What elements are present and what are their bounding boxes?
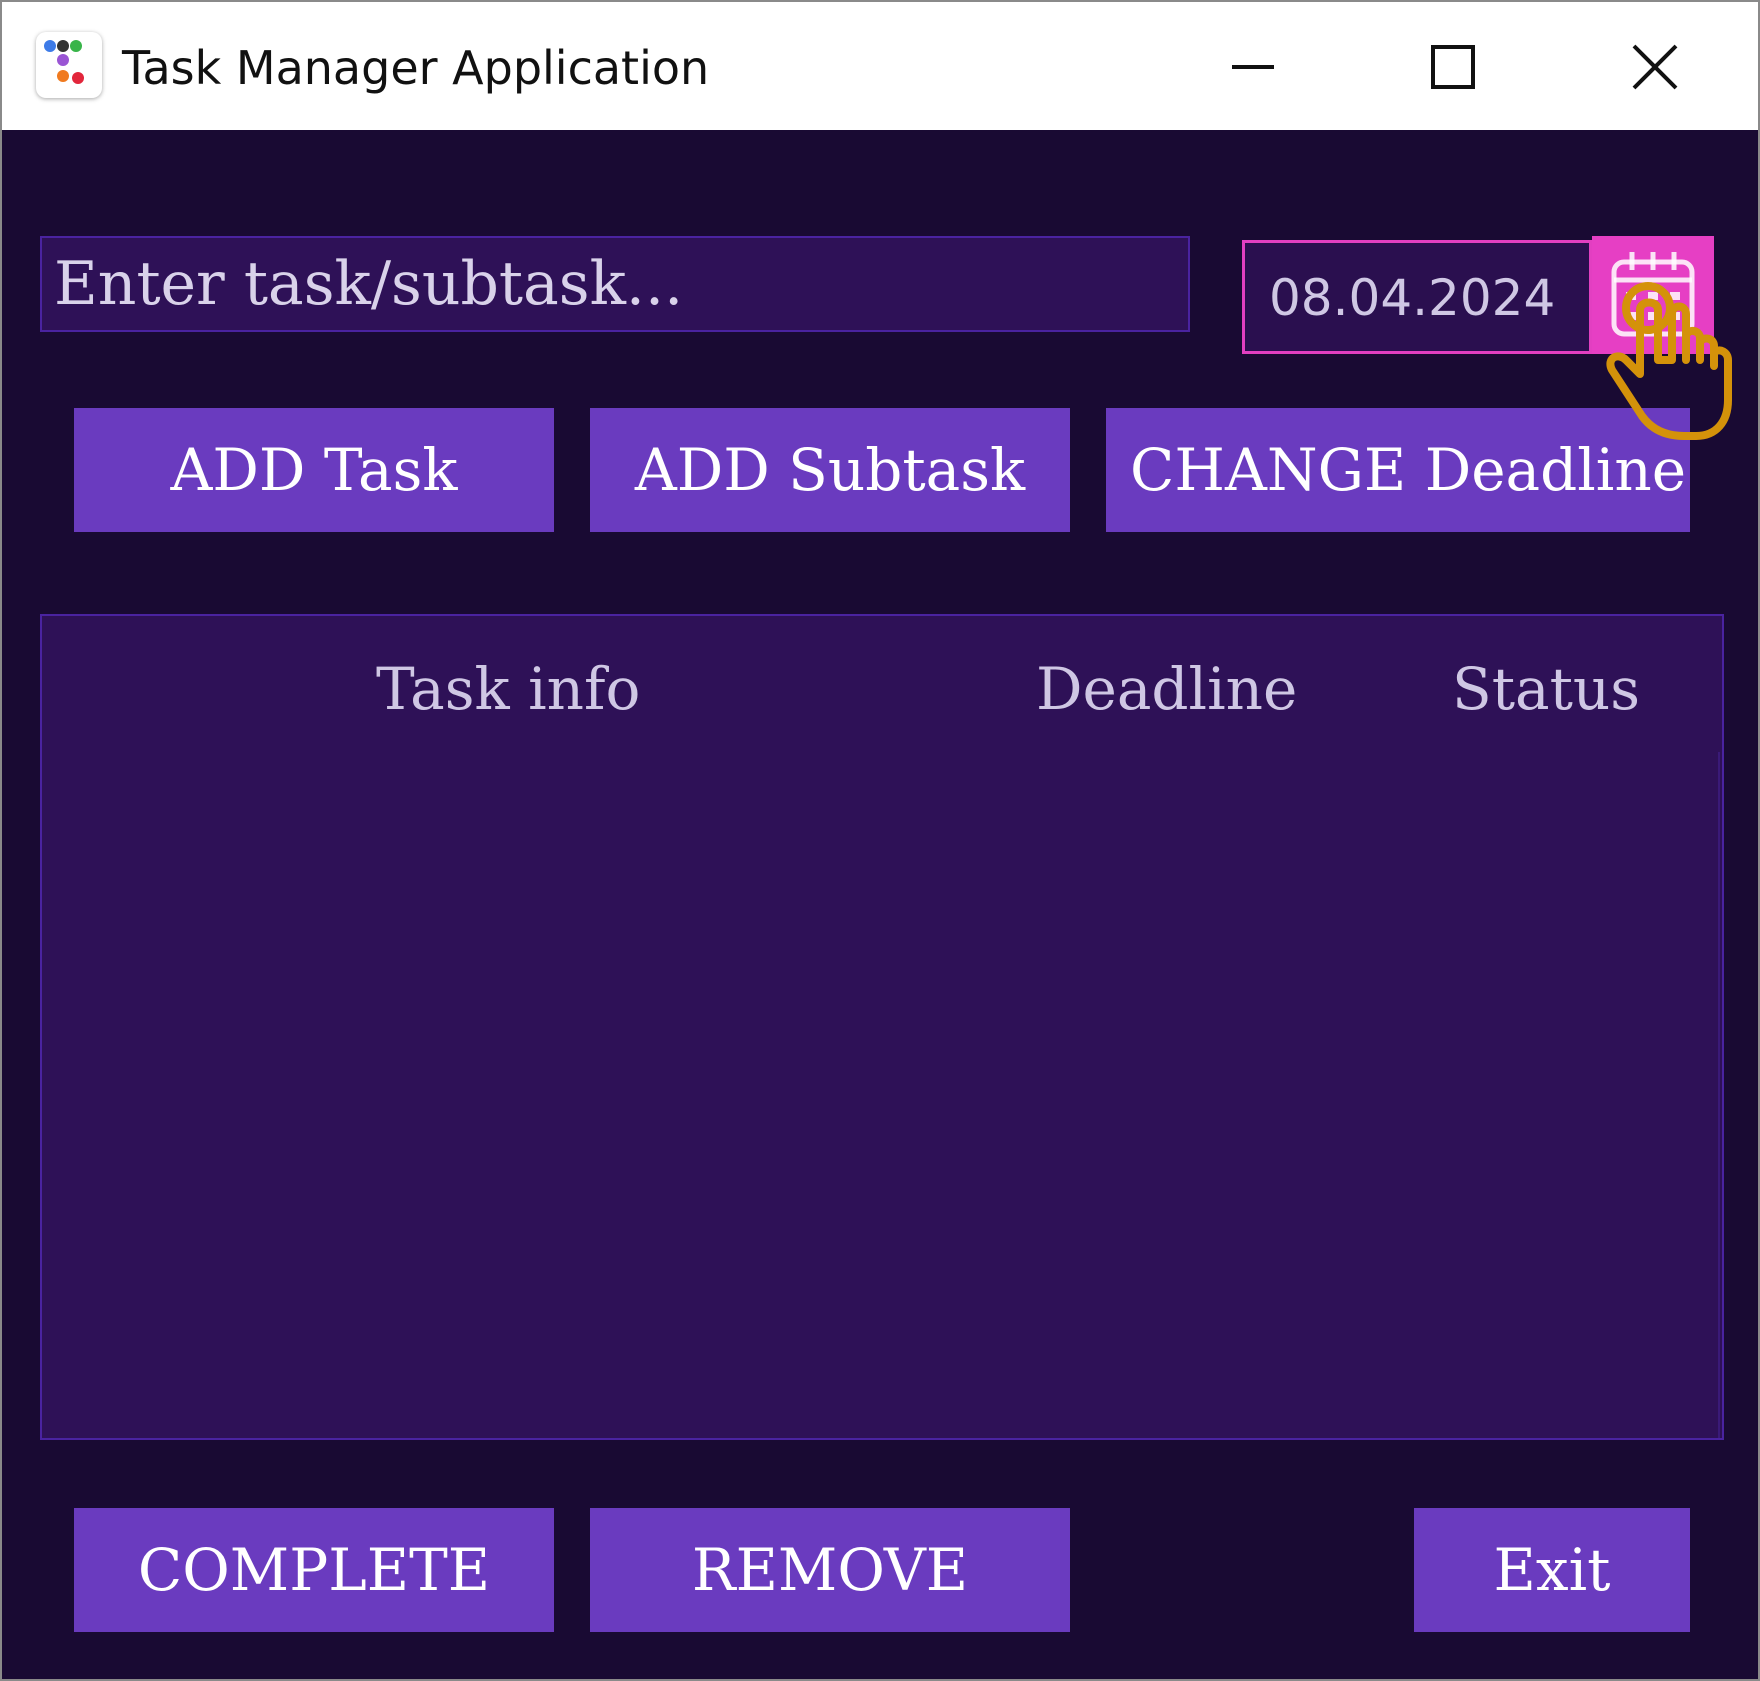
column-header-deadline[interactable]: Deadline bbox=[1036, 654, 1297, 724]
add-task-button[interactable]: ADD Task bbox=[74, 408, 554, 532]
window-title: Task Manager Application bbox=[122, 41, 710, 95]
complete-button[interactable]: COMPLETE bbox=[74, 1508, 554, 1632]
close-button[interactable] bbox=[1600, 22, 1710, 112]
column-header-task-info[interactable]: Task info bbox=[376, 654, 640, 724]
app-window: Task Manager Application 08.04.2024 bbox=[0, 0, 1760, 1681]
add-subtask-button[interactable]: ADD Subtask bbox=[590, 408, 1070, 532]
maximize-button[interactable] bbox=[1398, 22, 1508, 112]
remove-button[interactable]: REMOVE bbox=[590, 1508, 1070, 1632]
task-input[interactable] bbox=[40, 236, 1190, 332]
table-body[interactable] bbox=[42, 752, 1722, 1438]
close-icon bbox=[1632, 44, 1678, 90]
deadline-date-value: 08.04.2024 bbox=[1269, 269, 1556, 327]
title-bar[interactable]: Task Manager Application bbox=[2, 2, 1758, 130]
column-header-status[interactable]: Status bbox=[1452, 654, 1640, 724]
table-divider bbox=[1718, 752, 1720, 1438]
minimize-button[interactable] bbox=[1198, 22, 1308, 112]
table-header: Task info Deadline Status bbox=[42, 616, 1722, 752]
app-logo-icon bbox=[36, 32, 102, 98]
pointer-hand-icon bbox=[1596, 274, 1736, 474]
minimize-icon bbox=[1232, 65, 1274, 69]
exit-button[interactable]: Exit bbox=[1414, 1508, 1690, 1632]
maximize-icon bbox=[1431, 45, 1475, 89]
deadline-date-field[interactable]: 08.04.2024 bbox=[1242, 240, 1592, 354]
task-table[interactable]: Task info Deadline Status bbox=[40, 614, 1724, 1440]
